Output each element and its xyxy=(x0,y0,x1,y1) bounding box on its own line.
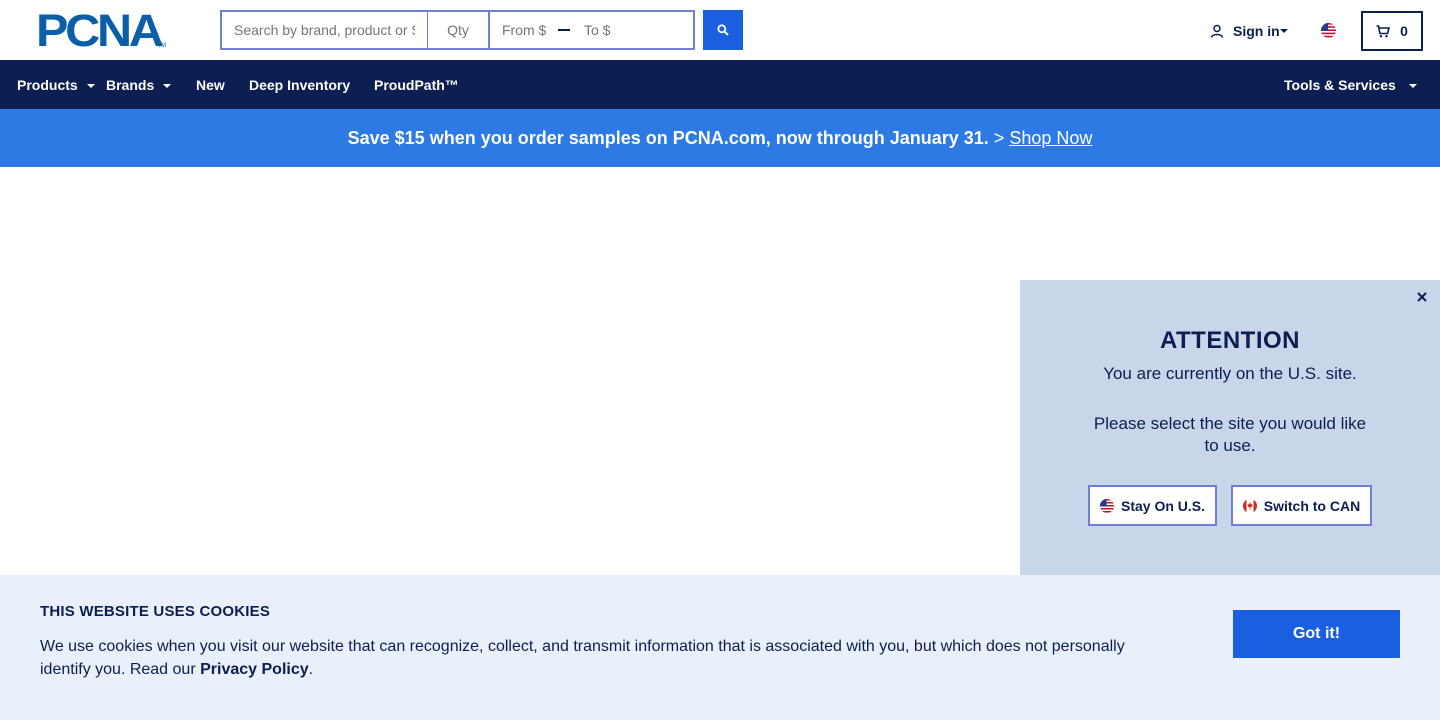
privacy-policy-link[interactable]: Privacy Policy xyxy=(200,661,309,678)
cart-count: 0 xyxy=(1400,23,1408,39)
stay-on-us-button[interactable]: Stay On U.S. xyxy=(1088,485,1217,526)
site-selector-panel: ATTENTION You are currently on the U.S. … xyxy=(1020,280,1440,575)
nav-item-label: ProudPath™ xyxy=(374,76,459,93)
main-nav: Products Brands New Deep Inventory Proud… xyxy=(0,60,1440,109)
search-icon xyxy=(717,24,729,36)
user-icon xyxy=(1210,24,1224,38)
nav-item-label: Brands xyxy=(106,76,155,93)
pcna-logo[interactable]: PCNA TM xyxy=(36,5,166,56)
cookie-title: THIS WEBSITE USES COOKIES xyxy=(40,603,271,620)
site-header: PCNA TM Sign in xyxy=(0,0,1440,60)
shop-now-link[interactable]: Shop Now xyxy=(1009,128,1092,149)
canada-flag-icon xyxy=(1242,498,1257,513)
chevron-down-icon xyxy=(163,84,172,88)
price-range-dash xyxy=(558,12,570,48)
attention-title: ATTENTION xyxy=(1159,327,1301,354)
nav-item-label: Tools & Services xyxy=(1284,76,1396,93)
nav-item-products[interactable]: Products xyxy=(17,60,95,109)
nav-item-proudpath[interactable]: ProudPath™ xyxy=(374,60,459,109)
chevron-down-icon xyxy=(1280,29,1288,33)
cookie-banner: THIS WEBSITE USES COOKIES We use cookies… xyxy=(0,575,1440,720)
attention-instruction: Please select the site you would like to… xyxy=(1093,414,1367,455)
nav-item-label: Products xyxy=(17,76,78,93)
close-icon[interactable] xyxy=(1414,289,1430,305)
search-button[interactable] xyxy=(703,10,743,50)
sign-in-label: Sign in xyxy=(1233,23,1280,39)
sign-in-link[interactable]: Sign in xyxy=(1210,21,1288,41)
price-from-input[interactable] xyxy=(490,12,558,48)
chevron-down-icon xyxy=(86,84,95,88)
search-bar xyxy=(220,10,765,50)
nav-item-new[interactable]: New xyxy=(196,60,225,109)
logo-text: PCNA xyxy=(36,5,164,56)
nav-item-brands[interactable]: Brands xyxy=(106,60,172,109)
promo-banner: Save $15 when you order samples on PCNA.… xyxy=(0,109,1440,167)
attention-current-site: You are currently on the U.S. site. xyxy=(1103,364,1357,383)
cart-button[interactable]: 0 xyxy=(1361,11,1423,51)
us-flag-icon xyxy=(1099,498,1114,513)
cookie-text-end: . xyxy=(308,661,314,678)
promo-text: Save $15 when you order samples on PCNA.… xyxy=(347,127,989,148)
nav-item-label: New xyxy=(196,76,225,93)
switch-to-can-label: Switch to CAN xyxy=(1263,497,1361,514)
chevron-down-icon xyxy=(1408,84,1417,88)
nav-item-label: Deep Inventory xyxy=(249,76,351,93)
nav-item-tools-services[interactable]: Tools & Services xyxy=(1284,60,1417,109)
got-it-button[interactable]: Got it! xyxy=(1233,610,1400,658)
switch-to-can-button[interactable]: Switch to CAN xyxy=(1231,485,1372,526)
cookie-message: We use cookies when you visit our websit… xyxy=(40,635,1140,681)
us-flag-icon[interactable] xyxy=(1321,23,1336,38)
qty-input[interactable] xyxy=(428,12,490,48)
stay-on-us-label: Stay On U.S. xyxy=(1120,497,1206,514)
promo-separator: > xyxy=(993,127,1005,148)
search-input[interactable] xyxy=(222,12,428,48)
nav-item-deep-inventory[interactable]: Deep Inventory xyxy=(249,60,350,109)
cart-icon xyxy=(1376,24,1391,37)
